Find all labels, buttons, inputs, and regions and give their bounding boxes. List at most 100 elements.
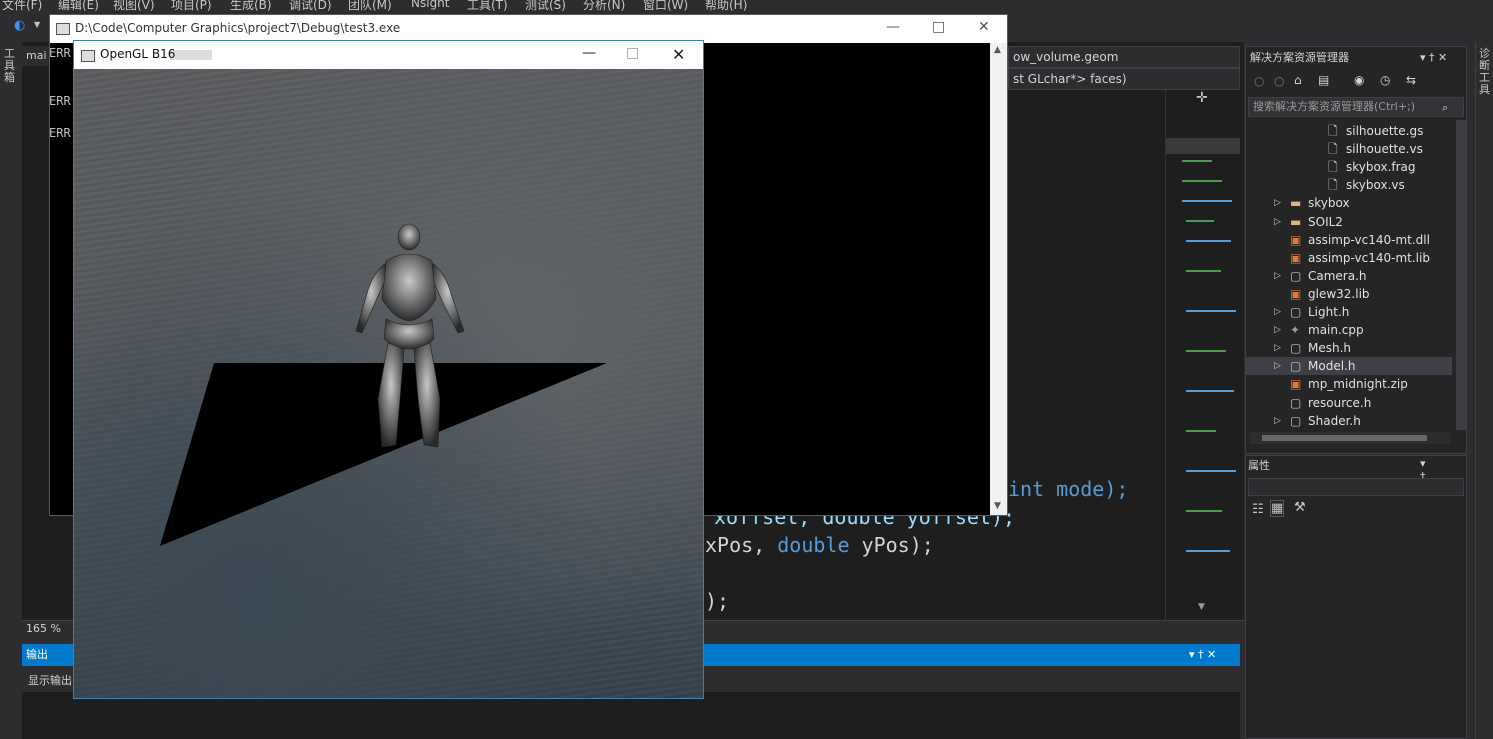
solution-hscroll-thumb[interactable] (1262, 435, 1427, 441)
history-icon[interactable]: ◷ (1380, 73, 1390, 87)
panel-menu-icon[interactable]: ▾ † ✕ (1189, 644, 1216, 666)
solution-tree-item[interactable]: ▣ glew32.lib (1246, 285, 1452, 303)
expand-arrow-icon[interactable]: ▷ (1274, 267, 1281, 285)
opengl-close-button[interactable]: ✕ (672, 45, 685, 64)
sync-icon[interactable]: ⇆ (1406, 73, 1416, 87)
menu-tools[interactable]: 工具(T) (467, 0, 508, 12)
menu-file[interactable]: 文件(F) (2, 0, 42, 12)
menu-edit[interactable]: 编辑(E) (58, 0, 99, 12)
menu-debug[interactable]: 调试(D) (289, 0, 332, 12)
solution-tree-item[interactable]: ▣ mp_midnight.zip (1246, 375, 1452, 393)
menu-test[interactable]: 测试(S) (525, 0, 566, 12)
panel-pin-close-icon[interactable]: ▾ † ✕ (1420, 48, 1447, 68)
properties-title[interactable]: 属性 ▾ † ✕ (1248, 457, 1429, 496)
zoom-level[interactable]: 165 % (26, 622, 61, 635)
pending-changes-icon[interactable]: ◉ (1354, 73, 1364, 87)
expand-arrow-icon[interactable]: ▷ (1274, 303, 1281, 321)
solution-tree-item[interactable]: ▣ assimp-vc140-mt.dll (1246, 231, 1452, 249)
scroll-up-icon[interactable]: ▲ (994, 45, 1001, 55)
console-minimize-button[interactable]: — (886, 19, 900, 35)
console-close-button[interactable]: ✕ (978, 19, 990, 35)
console-line: ERR (49, 94, 71, 108)
back-nav-icon[interactable]: ◐ (14, 18, 25, 33)
menu-window[interactable]: 窗口(W) (643, 0, 688, 12)
code-line-1: int mode); (1008, 477, 1128, 501)
properties-object-dropdown[interactable] (1248, 478, 1464, 496)
solution-tree-item[interactable]: ▷ ▢ Camera.h (1246, 267, 1452, 285)
expand-arrow-icon[interactable]: ▷ (1274, 321, 1281, 339)
code-minimap[interactable]: ✛ ▼ (1165, 90, 1241, 620)
menu-help[interactable]: 帮助(H) (705, 0, 747, 12)
solution-tree-item[interactable]: ▷ ▢ Model.h (1246, 357, 1452, 376)
solution-tree-item[interactable]: 🗋 silhouette.vs (1246, 140, 1452, 158)
dropdown-arrow-icon[interactable]: ▼ (34, 20, 40, 29)
solution-tree-item-label: Mesh.h (1308, 341, 1352, 356)
opengl-maximize-button[interactable]: □ (626, 45, 639, 61)
solution-tree-item-label: assimp-vc140-mt.dll (1308, 232, 1430, 247)
categorized-icon[interactable]: ☷ (1252, 502, 1264, 517)
menu-project[interactable]: 项目(P) (171, 0, 212, 12)
header-icon: ▢ (1290, 413, 1302, 428)
zip-icon: ▣ (1290, 377, 1302, 392)
solution-explorer-title[interactable]: 解决方案资源管理器 ▾ † ✕ (1246, 48, 1466, 68)
file-icon: 🗋 (1328, 160, 1338, 175)
solution-tree-item[interactable]: ▷ ▬ skybox (1246, 194, 1452, 212)
solution-tree-item[interactable]: ▣ assimp-vc140-mt.lib (1246, 249, 1452, 267)
split-icon[interactable]: ✛ (1196, 90, 1208, 106)
forward-icon[interactable]: ○ (1274, 74, 1284, 88)
solution-tree-item[interactable]: 🗋 skybox.frag (1246, 158, 1452, 176)
wrench-icon[interactable]: ⚒ (1294, 500, 1306, 515)
expand-arrow-icon[interactable]: ▷ (1274, 339, 1281, 357)
switch-views-icon[interactable]: ▤ (1318, 73, 1329, 87)
console-title: D:\Code\Computer Graphics\project7\Debug… (75, 21, 401, 35)
nav-file-label: ow_volume.geom (1013, 50, 1119, 64)
solution-tree-item[interactable]: ▷ ▬ SOIL2 (1246, 213, 1452, 231)
diagnostics-tab[interactable]: 诊断工具 (1479, 48, 1491, 96)
minimap-viewport[interactable] (1166, 138, 1240, 154)
console-line: ERR (49, 46, 71, 60)
solution-tree-item-label: skybox.vs (1346, 178, 1405, 193)
navigation-member-dropdown[interactable]: st GLchar*> faces) (1008, 68, 1240, 90)
output-title-label: 输出 (26, 648, 48, 661)
expand-arrow-icon[interactable]: ▷ (1274, 412, 1281, 430)
expand-arrow-icon[interactable]: ▷ (1274, 357, 1281, 375)
console-line: ERR (49, 126, 71, 140)
solution-tree-item[interactable]: ▷ ▢ Shader.h (1246, 412, 1452, 430)
properties-panel (1245, 455, 1467, 739)
expand-arrow-icon[interactable]: ▷ (1274, 213, 1281, 231)
menu-nsight[interactable]: Nsight (411, 0, 450, 10)
solution-tree-item[interactable]: 🗋 silhouette.gs (1246, 122, 1452, 140)
solution-scrollbar[interactable] (1456, 120, 1466, 430)
menu-analyze[interactable]: 分析(N) (583, 0, 625, 12)
left-tool-rail: 工具箱 (0, 42, 23, 739)
opengl-minimize-button[interactable]: — (582, 45, 596, 61)
header-icon: ▢ (1290, 341, 1302, 356)
toolbox-tab[interactable]: 工具箱 (4, 48, 16, 84)
solution-tree-item-label: silhouette.vs (1346, 142, 1423, 157)
menu-team[interactable]: 团队(M) (348, 0, 392, 12)
alphabetical-icon[interactable]: ▦ (1270, 500, 1285, 517)
solution-tree-item[interactable]: 🗋 skybox.vs (1246, 176, 1452, 194)
navigation-file-dropdown[interactable]: ow_volume.geom (1008, 46, 1240, 68)
expand-arrow-icon[interactable]: ▷ (1274, 194, 1281, 212)
output-text-area[interactable] (22, 692, 1240, 739)
solution-search-placeholder: 搜索解决方案资源管理器(Ctrl+;) (1253, 100, 1416, 113)
solution-tree-item[interactable]: ▷ ▢ Light.h (1246, 303, 1452, 321)
solution-tree-item[interactable]: ▢ resource.h (1246, 394, 1452, 412)
menu-view[interactable]: 视图(V) (113, 0, 155, 12)
console-scrollbar[interactable]: ▲ ▼ (990, 43, 1007, 515)
search-icon[interactable]: ⌕ (1442, 99, 1448, 117)
solution-tree-item[interactable]: ▷ ▢ Mesh.h (1246, 339, 1452, 357)
scroll-down-icon[interactable]: ▼ (994, 501, 1001, 511)
console-app-icon (56, 23, 70, 35)
home-icon[interactable]: ⌂ (1294, 73, 1302, 87)
folder-icon: ▬ (1290, 214, 1302, 229)
back-icon[interactable]: ○ (1254, 74, 1264, 88)
solution-tree-item[interactable]: ▷ ✦ main.cpp (1246, 321, 1452, 339)
code-line-3-pre: xPos, (705, 533, 778, 557)
menu-build[interactable]: 生成(B) (230, 0, 272, 12)
solution-search-input[interactable]: 搜索解决方案资源管理器(Ctrl+;) ⌕ (1248, 97, 1464, 117)
scroll-down-icon[interactable]: ▼ (1198, 602, 1205, 612)
opengl-render-viewport[interactable] (74, 69, 703, 698)
console-maximize-button[interactable]: □ (932, 19, 945, 35)
